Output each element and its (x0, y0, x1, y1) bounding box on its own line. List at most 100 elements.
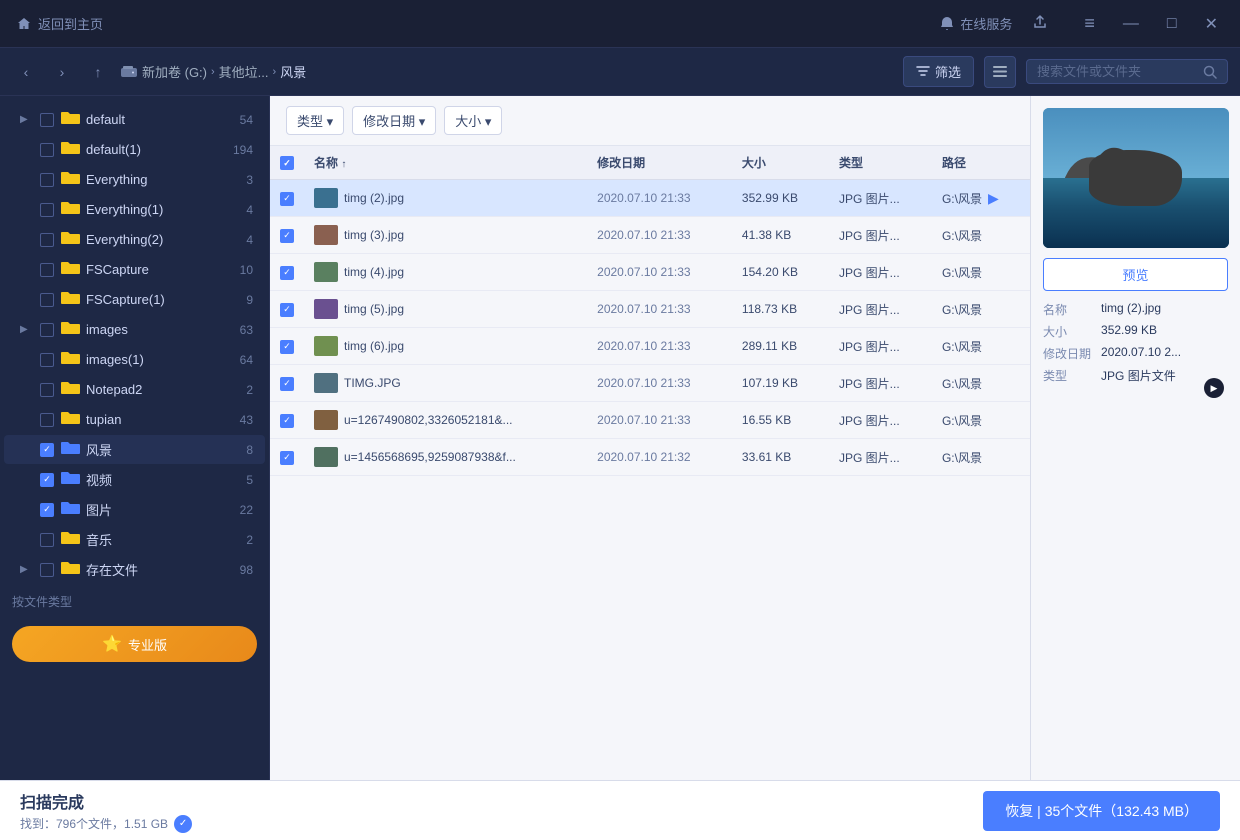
breadcrumb-folder1[interactable]: 其他垃... (219, 62, 269, 81)
sidebar-checkbox[interactable] (40, 443, 54, 457)
share-icon[interactable] (1032, 14, 1048, 33)
maximize-btn[interactable]: □ (1161, 13, 1183, 35)
sidebar-item-Everything(2)[interactable]: Everything(2)4 (4, 225, 265, 254)
online-service-btn[interactable]: 在线服务 (939, 14, 1012, 33)
home-label: 返回到主页 (38, 14, 103, 33)
col-type[interactable]: 类型 (829, 146, 932, 180)
pro-button[interactable]: ⭐ 专业版 (12, 626, 257, 662)
sidebar-checkbox[interactable] (40, 203, 54, 217)
sidebar-item-images(1)[interactable]: images(1)64 (4, 345, 265, 374)
breadcrumb-drive[interactable]: 新加卷 (G:) (142, 62, 207, 81)
sidebar-item-FSCapture(1)[interactable]: FSCapture(1)9 (4, 285, 265, 314)
row-type-cell: JPG 图片... (829, 217, 932, 254)
col-check[interactable] (270, 146, 304, 180)
row-check-cell[interactable] (270, 439, 304, 476)
sidebar-checkbox[interactable] (40, 503, 54, 517)
sidebar-checkbox[interactable] (40, 113, 54, 127)
file-name: timg (4).jpg (344, 265, 404, 279)
sidebar-footer-link[interactable]: 按文件类型 (0, 585, 269, 618)
table-row[interactable]: TIMG.JPG2020.07.10 21:33107.19 KBJPG 图片.… (270, 365, 1030, 402)
sidebar-checkbox[interactable] (40, 323, 54, 337)
sidebar-item-Everything[interactable]: Everything3 (4, 165, 265, 194)
filter-bar: 类型 ▾ 修改日期 ▾ 大小 ▾ (270, 96, 1030, 146)
row-check-cell[interactable] (270, 365, 304, 402)
breadcrumb-current[interactable]: 风景 (280, 62, 306, 81)
sidebar-checkbox[interactable] (40, 383, 54, 397)
preview-scene-svg (1043, 108, 1229, 248)
sidebar-item-风景[interactable]: 风景8 (4, 435, 265, 464)
table-row[interactable]: u=1267490802,3326052181&...2020.07.10 21… (270, 402, 1030, 439)
sidebar-checkbox[interactable] (40, 233, 54, 247)
minimize-btn[interactable]: — (1117, 13, 1145, 35)
filter-button[interactable]: 筛选 (903, 56, 974, 87)
home-icon (16, 16, 32, 32)
table-row[interactable]: timg (2).jpg2020.07.10 21:33352.99 KBJPG… (270, 180, 1030, 217)
sidebar-item-tupian[interactable]: tupian43 (4, 405, 265, 434)
play-btn[interactable]: ▶ (1204, 378, 1224, 398)
filter-tag-date[interactable]: 修改日期 ▾ (352, 106, 436, 135)
row-path-cell: G:\风景 (932, 402, 1030, 439)
row-checkbox[interactable] (280, 451, 294, 465)
row-checkbox[interactable] (280, 192, 294, 206)
col-name[interactable]: 名称 ↑ (304, 146, 587, 180)
table-row[interactable]: timg (3).jpg2020.07.10 21:3341.38 KBJPG … (270, 217, 1030, 254)
sidebar-checkbox[interactable] (40, 563, 54, 577)
row-check-cell[interactable] (270, 291, 304, 328)
view-toggle-btn[interactable] (984, 56, 1016, 88)
table-row[interactable]: timg (5).jpg2020.07.10 21:33118.73 KBJPG… (270, 291, 1030, 328)
row-checkbox[interactable] (280, 414, 294, 428)
select-all-checkbox[interactable] (280, 156, 294, 170)
pro-btn-label: 专业版 (128, 635, 167, 654)
sidebar-checkbox[interactable] (40, 413, 54, 427)
row-size-cell: 107.19 KB (732, 365, 829, 402)
sidebar-item-视频[interactable]: 视频5 (4, 465, 265, 494)
table-row[interactable]: timg (4).jpg2020.07.10 21:33154.20 KBJPG… (270, 254, 1030, 291)
sidebar-checkbox[interactable] (40, 293, 54, 307)
search-input[interactable] (1037, 64, 1197, 79)
sidebar-item-图片[interactable]: 图片22 (4, 495, 265, 524)
sidebar-checkbox[interactable] (40, 143, 54, 157)
row-check-cell[interactable] (270, 180, 304, 217)
row-checkbox[interactable] (280, 377, 294, 391)
row-check-cell[interactable] (270, 254, 304, 291)
sidebar-checkbox[interactable] (40, 263, 54, 277)
table-row[interactable]: timg (6).jpg2020.07.10 21:33289.11 KBJPG… (270, 328, 1030, 365)
filter-tag-size[interactable]: 大小 ▾ (444, 106, 502, 135)
folder-icon (60, 560, 80, 579)
row-checkbox[interactable] (280, 266, 294, 280)
row-check-cell[interactable] (270, 402, 304, 439)
col-date[interactable]: 修改日期 (587, 146, 732, 180)
row-check-cell[interactable] (270, 217, 304, 254)
row-path-cell: G:\风景 (932, 217, 1030, 254)
close-btn[interactable]: ✕ (1199, 12, 1224, 36)
table-row[interactable]: u=1456568695,9259087938&f...2020.07.10 2… (270, 439, 1030, 476)
sidebar-item-default(1)[interactable]: default(1)194 (4, 135, 265, 164)
col-path[interactable]: 路径 (932, 146, 1030, 180)
filter-tag-type[interactable]: 类型 ▾ (286, 106, 344, 135)
home-button[interactable]: 返回到主页 (16, 14, 103, 33)
sidebar-checkbox[interactable] (40, 353, 54, 367)
col-size[interactable]: 大小 (732, 146, 829, 180)
menu-btn[interactable]: ≡ (1078, 11, 1101, 36)
sidebar-checkbox[interactable] (40, 473, 54, 487)
row-checkbox[interactable] (280, 340, 294, 354)
sidebar-item-images[interactable]: ▶images63 (4, 315, 265, 344)
sidebar-item-Everything(1)[interactable]: Everything(1)4 (4, 195, 265, 224)
recover-button[interactable]: 恢复 | 35个文件（132.43 MB） (983, 791, 1220, 831)
sidebar-item-存在文件[interactable]: ▶存在文件98 (4, 555, 265, 584)
path-arrow-btn[interactable]: ▶ (988, 190, 999, 207)
sidebar-item-default[interactable]: ▶default54 (4, 105, 265, 134)
row-checkbox[interactable] (280, 229, 294, 243)
sidebar-item-Notepad2[interactable]: Notepad22 (4, 375, 265, 404)
sidebar-checkbox[interactable] (40, 173, 54, 187)
row-check-cell[interactable] (270, 328, 304, 365)
row-type-cell: JPG 图片... (829, 328, 932, 365)
forward-btn[interactable]: › (48, 58, 76, 86)
up-btn[interactable]: ↑ (84, 58, 112, 86)
back-btn[interactable]: ‹ (12, 58, 40, 86)
sidebar-checkbox[interactable] (40, 533, 54, 547)
sidebar-item-音乐[interactable]: 音乐2 (4, 525, 265, 554)
preview-btn[interactable]: 预览 (1043, 258, 1228, 291)
row-checkbox[interactable] (280, 303, 294, 317)
sidebar-item-FSCapture[interactable]: FSCapture10 (4, 255, 265, 284)
